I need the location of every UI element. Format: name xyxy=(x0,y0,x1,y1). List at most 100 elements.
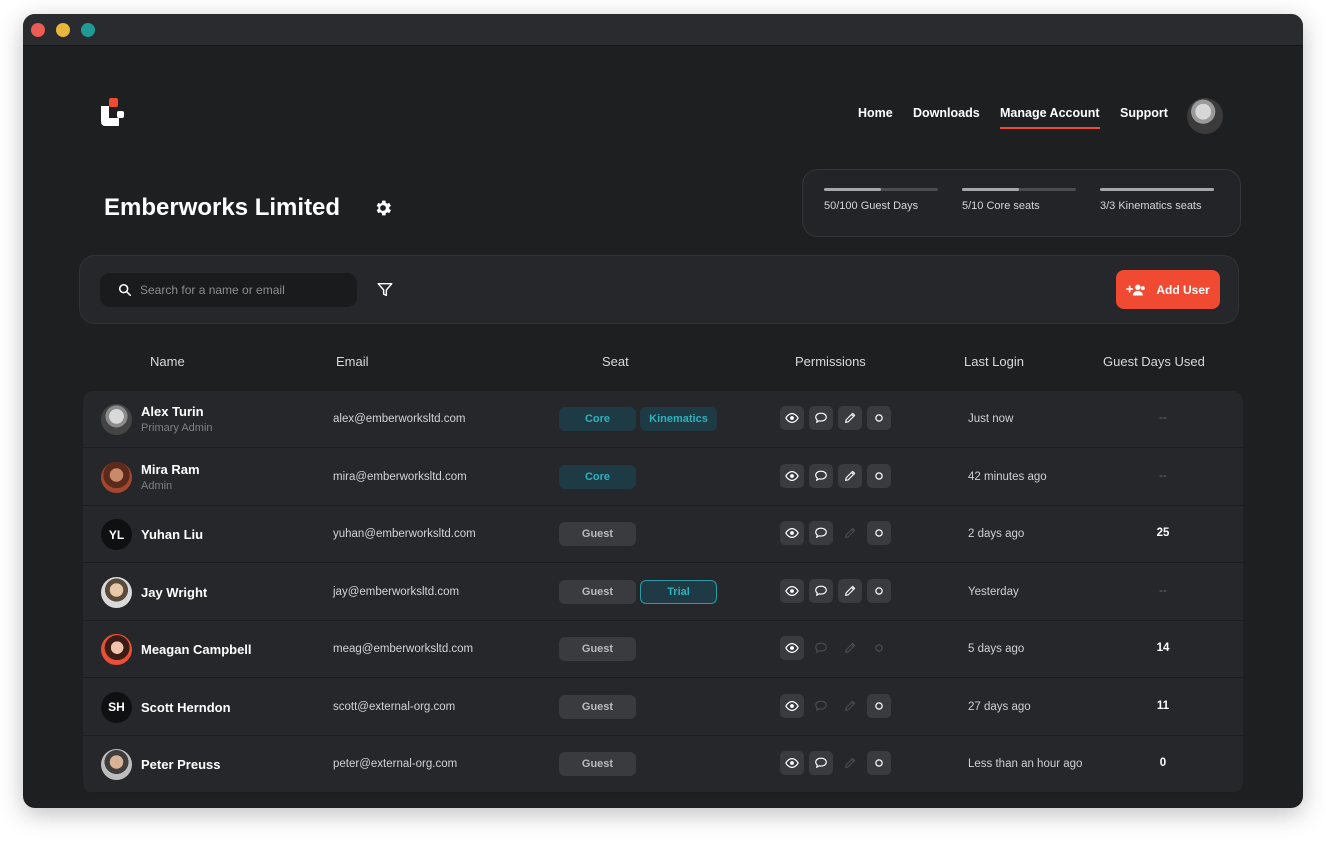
window-titlebar xyxy=(23,14,1303,46)
table-row[interactable]: SH Scott Herndon scott@external-org.com Gue… xyxy=(83,679,1243,736)
quota-label: 5/10 Core seats xyxy=(962,200,1040,212)
permission-other-toggle[interactable] xyxy=(867,636,891,660)
column-header-permissions[interactable]: Permissions xyxy=(795,354,866,369)
permission-view-toggle[interactable] xyxy=(780,521,804,545)
seat-badge: Guest xyxy=(559,637,636,661)
user-role: Admin xyxy=(141,479,173,492)
permission-other-toggle[interactable] xyxy=(867,521,891,545)
permission-comment-toggle[interactable] xyxy=(809,636,833,660)
permission-other-toggle[interactable] xyxy=(867,751,891,775)
permission-view-toggle[interactable] xyxy=(780,406,804,430)
permission-view-toggle[interactable] xyxy=(780,693,804,718)
window-close-button[interactable] xyxy=(31,23,45,37)
circle-icon xyxy=(875,414,883,422)
search-icon xyxy=(118,283,132,297)
column-header-seat[interactable]: Seat xyxy=(602,354,629,369)
permission-other-toggle[interactable] xyxy=(867,578,891,603)
gear-icon[interactable] xyxy=(373,198,393,218)
permission-edit-toggle[interactable] xyxy=(838,463,862,488)
permission-edit-toggle[interactable] xyxy=(838,636,862,660)
permission-edit-toggle[interactable] xyxy=(838,406,862,430)
eye-icon xyxy=(785,758,799,768)
add-user-button[interactable]: Add User xyxy=(1116,270,1220,309)
permission-comment-toggle[interactable] xyxy=(809,751,833,775)
nav-manage-account[interactable]: Manage Account xyxy=(1000,106,1100,129)
permission-view-toggle[interactable] xyxy=(780,751,804,775)
eye-icon xyxy=(785,413,799,423)
circle-icon xyxy=(875,586,883,595)
filter-icon[interactable] xyxy=(376,281,394,299)
pencil-icon xyxy=(845,527,856,538)
user-email: yuhan@emberworksltd.com xyxy=(333,528,476,540)
seat-badge: Kinematics xyxy=(640,407,717,431)
permission-comment-toggle[interactable] xyxy=(809,521,833,545)
permission-edit-toggle[interactable] xyxy=(838,694,862,718)
guest-days-used: 14 xyxy=(1156,642,1170,654)
table-row[interactable]: Peter Preuss peter@external-org.com Guest L… xyxy=(83,736,1243,793)
permission-comment-toggle[interactable] xyxy=(809,578,833,603)
eye-icon xyxy=(785,585,799,596)
page-title: Emberworks Limited xyxy=(104,194,341,221)
user-toolbar: Add User xyxy=(79,255,1239,324)
avatar: SH xyxy=(101,691,132,723)
table-row[interactable]: YL Yuhan Liu yuhan@emberworksltd.com Guest 2… xyxy=(83,506,1243,563)
last-login: Yesterday xyxy=(968,585,1019,598)
user-name: Alex Turin xyxy=(141,404,204,419)
table-row[interactable]: Mira Ram Admin mira@emberworksltd.com Core 4… xyxy=(83,449,1243,506)
pencil-icon xyxy=(845,585,856,596)
permission-other-toggle[interactable] xyxy=(867,463,891,488)
guest-days-used: -- xyxy=(1159,469,1167,482)
brand-logo-icon[interactable] xyxy=(99,98,125,128)
column-header-email[interactable]: Email xyxy=(336,354,369,369)
quota-label: 50/100 Guest Days xyxy=(824,200,919,212)
last-login: 27 days ago xyxy=(968,700,1031,713)
permission-other-toggle[interactable] xyxy=(867,693,891,718)
table-row[interactable]: Jay Wright jay@emberworksltd.com Guest Tria… xyxy=(83,564,1243,621)
last-login: Just now xyxy=(968,413,1014,425)
window-minimize-button[interactable] xyxy=(56,23,70,37)
user-email: peter@external-org.com xyxy=(333,758,458,770)
pencil-icon xyxy=(845,757,856,768)
seat-badge: Guest xyxy=(559,752,636,776)
permission-comment-toggle[interactable] xyxy=(809,406,833,430)
user-name: Peter Preuss xyxy=(141,757,221,772)
permission-edit-toggle[interactable] xyxy=(838,578,862,603)
circle-icon xyxy=(875,529,883,537)
quota-guest-days: 50/100 Guest Days xyxy=(824,188,938,212)
permission-view-toggle[interactable] xyxy=(780,463,804,488)
permission-view-toggle[interactable] xyxy=(780,578,804,603)
permission-view-toggle[interactable] xyxy=(780,636,804,660)
eye-icon xyxy=(785,528,799,538)
avatar-initials: YL xyxy=(108,527,125,542)
permission-comment-toggle[interactable] xyxy=(809,694,833,718)
user-email: mira@emberworksltd.com xyxy=(333,470,467,483)
permission-other-toggle[interactable] xyxy=(867,406,891,430)
comment-icon xyxy=(815,412,827,423)
permission-comment-toggle[interactable] xyxy=(809,463,833,488)
permission-edit-toggle[interactable] xyxy=(838,521,862,545)
permission-edit-toggle[interactable] xyxy=(838,751,862,775)
user-email: meag@emberworksltd.com xyxy=(333,643,474,655)
nav-home[interactable]: Home xyxy=(858,106,893,120)
nav-support[interactable]: Support xyxy=(1120,106,1168,120)
avatar xyxy=(101,404,132,435)
user-name: Yuhan Liu xyxy=(141,527,204,542)
seat-badge: Core xyxy=(559,407,636,431)
nav-downloads[interactable]: Downloads xyxy=(913,106,980,120)
user-avatar[interactable] xyxy=(1187,98,1223,134)
quota-label: 3/3 Kinematics seats xyxy=(1100,200,1202,212)
column-header-guest-days-used[interactable]: Guest Days Used xyxy=(1103,354,1205,369)
comment-icon xyxy=(815,527,827,538)
seat-badge: Trial xyxy=(640,579,717,604)
window-maximize-button[interactable] xyxy=(81,23,95,37)
comment-icon xyxy=(815,585,827,596)
seat-badge: Guest xyxy=(559,579,636,604)
circle-icon xyxy=(875,759,883,767)
table-row[interactable]: Meagan Campbell meag@emberworksltd.com Gue… xyxy=(83,621,1243,678)
column-header-last-login[interactable]: Last Login xyxy=(964,354,1024,369)
search-input[interactable] xyxy=(140,273,350,307)
search-box[interactable] xyxy=(100,273,357,307)
table-row[interactable]: Alex Turin Primary Admin alex@emberworkslt… xyxy=(83,391,1243,448)
column-header-name[interactable]: Name xyxy=(150,354,185,369)
user-name: Meagan Campbell xyxy=(141,642,252,657)
